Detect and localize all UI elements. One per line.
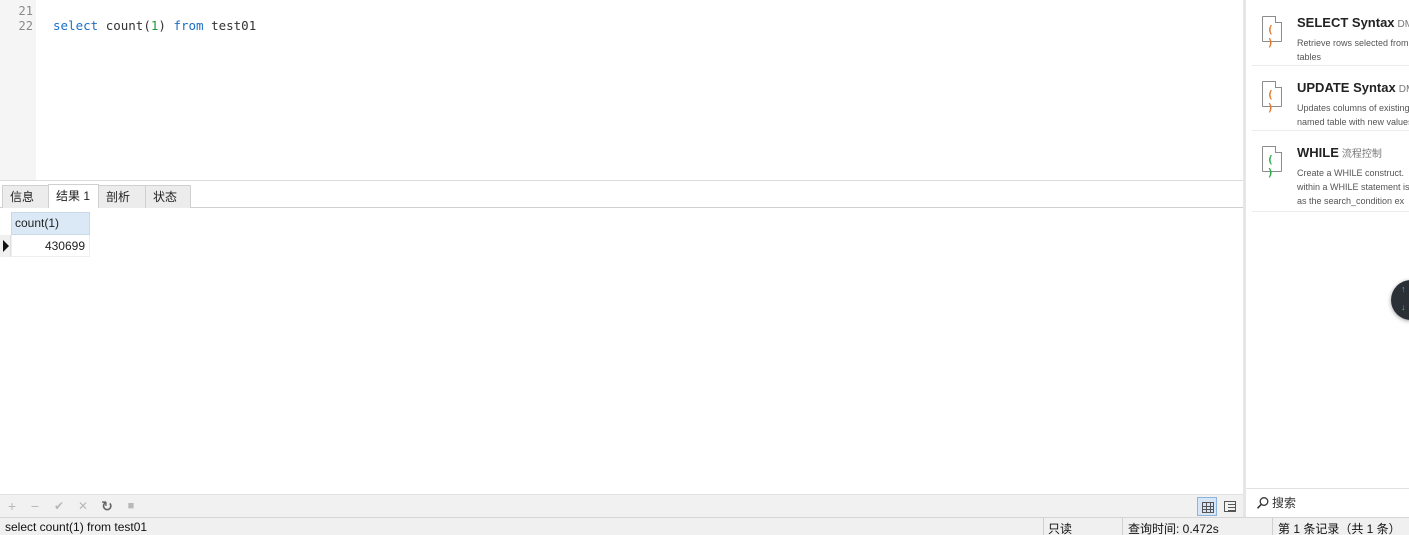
- status-record-info: 第 1 条记录（共 1 条）: [1278, 522, 1401, 535]
- form-view-button[interactable]: [1220, 497, 1240, 516]
- status-separator: [1272, 518, 1273, 535]
- line-number: 22: [18, 19, 33, 33]
- tab-status[interactable]: 状态: [145, 185, 191, 208]
- code-snippet-icon: ( ): [1262, 146, 1282, 179]
- grid-toolbar: + − ✔ ✕ ↻ ■: [0, 494, 1243, 517]
- snippet-title: SELECT SyntaxDML: [1297, 15, 1409, 30]
- grid-view-button[interactable]: [1197, 497, 1217, 516]
- snippet-panel: ( ) SELECT SyntaxDML Retrieve rows selec…: [1243, 0, 1409, 517]
- tab-info[interactable]: 信息: [2, 185, 49, 208]
- keyword-from: from: [173, 18, 204, 33]
- snippet-description: Updates columns of existing named table w…: [1297, 103, 1409, 127]
- line-number: 21: [18, 4, 33, 18]
- search-icon: [1256, 497, 1269, 509]
- discard-changes-button[interactable]: ✕: [75, 498, 91, 514]
- navicat-query-window: 21 22 select count(1) from test01 信息 结果 …: [0, 0, 1409, 535]
- snippet-search-input[interactable]: [1272, 495, 1402, 511]
- code-snippet-icon: ( ): [1262, 81, 1282, 114]
- refresh-button[interactable]: ↻: [99, 498, 115, 514]
- arrow-down-icon: ↓: [1401, 302, 1406, 312]
- status-bar: select count(1) from test01 只读 查询时间: 0.4…: [0, 517, 1409, 535]
- arrow-up-icon: ↑: [1401, 284, 1406, 294]
- snippet-search-bar: [1246, 488, 1409, 517]
- snippet-description: Create a WHILE construct. within a WHILE …: [1297, 168, 1409, 206]
- code-line[interactable]: select count(1) from test01: [53, 18, 256, 33]
- add-record-button[interactable]: +: [4, 498, 20, 514]
- tab-result-1[interactable]: 结果 1: [48, 184, 99, 208]
- snippet-select-syntax[interactable]: ( ) SELECT SyntaxDML Retrieve rows selec…: [1252, 2, 1409, 66]
- code-snippet-icon: ( ): [1262, 16, 1282, 49]
- status-separator: [1122, 518, 1123, 535]
- delete-record-button[interactable]: −: [27, 498, 43, 514]
- column-header[interactable]: count(1): [11, 212, 90, 235]
- status-sql-text: select count(1) from test01: [5, 520, 148, 534]
- snippet-description: Retrieve rows selected from tables: [1297, 38, 1409, 62]
- scroll-nav-button[interactable]: ↑ ↓: [1391, 280, 1409, 320]
- line-number-gutter: 21 22: [0, 0, 36, 180]
- table-name: test01: [211, 18, 257, 33]
- function-count: count(: [105, 18, 151, 33]
- grid-cell[interactable]: 430699: [11, 235, 90, 257]
- status-separator: [1043, 518, 1044, 535]
- grid-view-icon: [1202, 502, 1214, 513]
- keyword-select: select: [53, 18, 99, 33]
- status-query-time: 查询时间: 0.472s: [1128, 522, 1219, 535]
- snippet-title: UPDATE SyntaxDML: [1297, 80, 1409, 95]
- stop-button[interactable]: ■: [123, 498, 139, 514]
- status-readonly: 只读: [1048, 522, 1073, 535]
- paren-close: ): [158, 18, 166, 33]
- current-row-arrow-icon: [3, 240, 9, 252]
- tab-profile[interactable]: 剖析: [98, 185, 146, 208]
- form-view-icon: [1224, 501, 1236, 512]
- snippet-while[interactable]: ( ) WHILE 流程控制 Create a WHILE construct. w…: [1252, 132, 1409, 212]
- snippet-update-syntax[interactable]: ( ) UPDATE SyntaxDML Updates columns of …: [1252, 67, 1409, 131]
- sql-editor[interactable]: 21 22 select count(1) from test01: [0, 0, 1243, 181]
- snippet-title: WHILE 流程控制: [1297, 145, 1382, 160]
- apply-changes-button[interactable]: ✔: [51, 498, 67, 514]
- result-tabs: 信息 结果 1 剖析 状态: [0, 184, 1243, 208]
